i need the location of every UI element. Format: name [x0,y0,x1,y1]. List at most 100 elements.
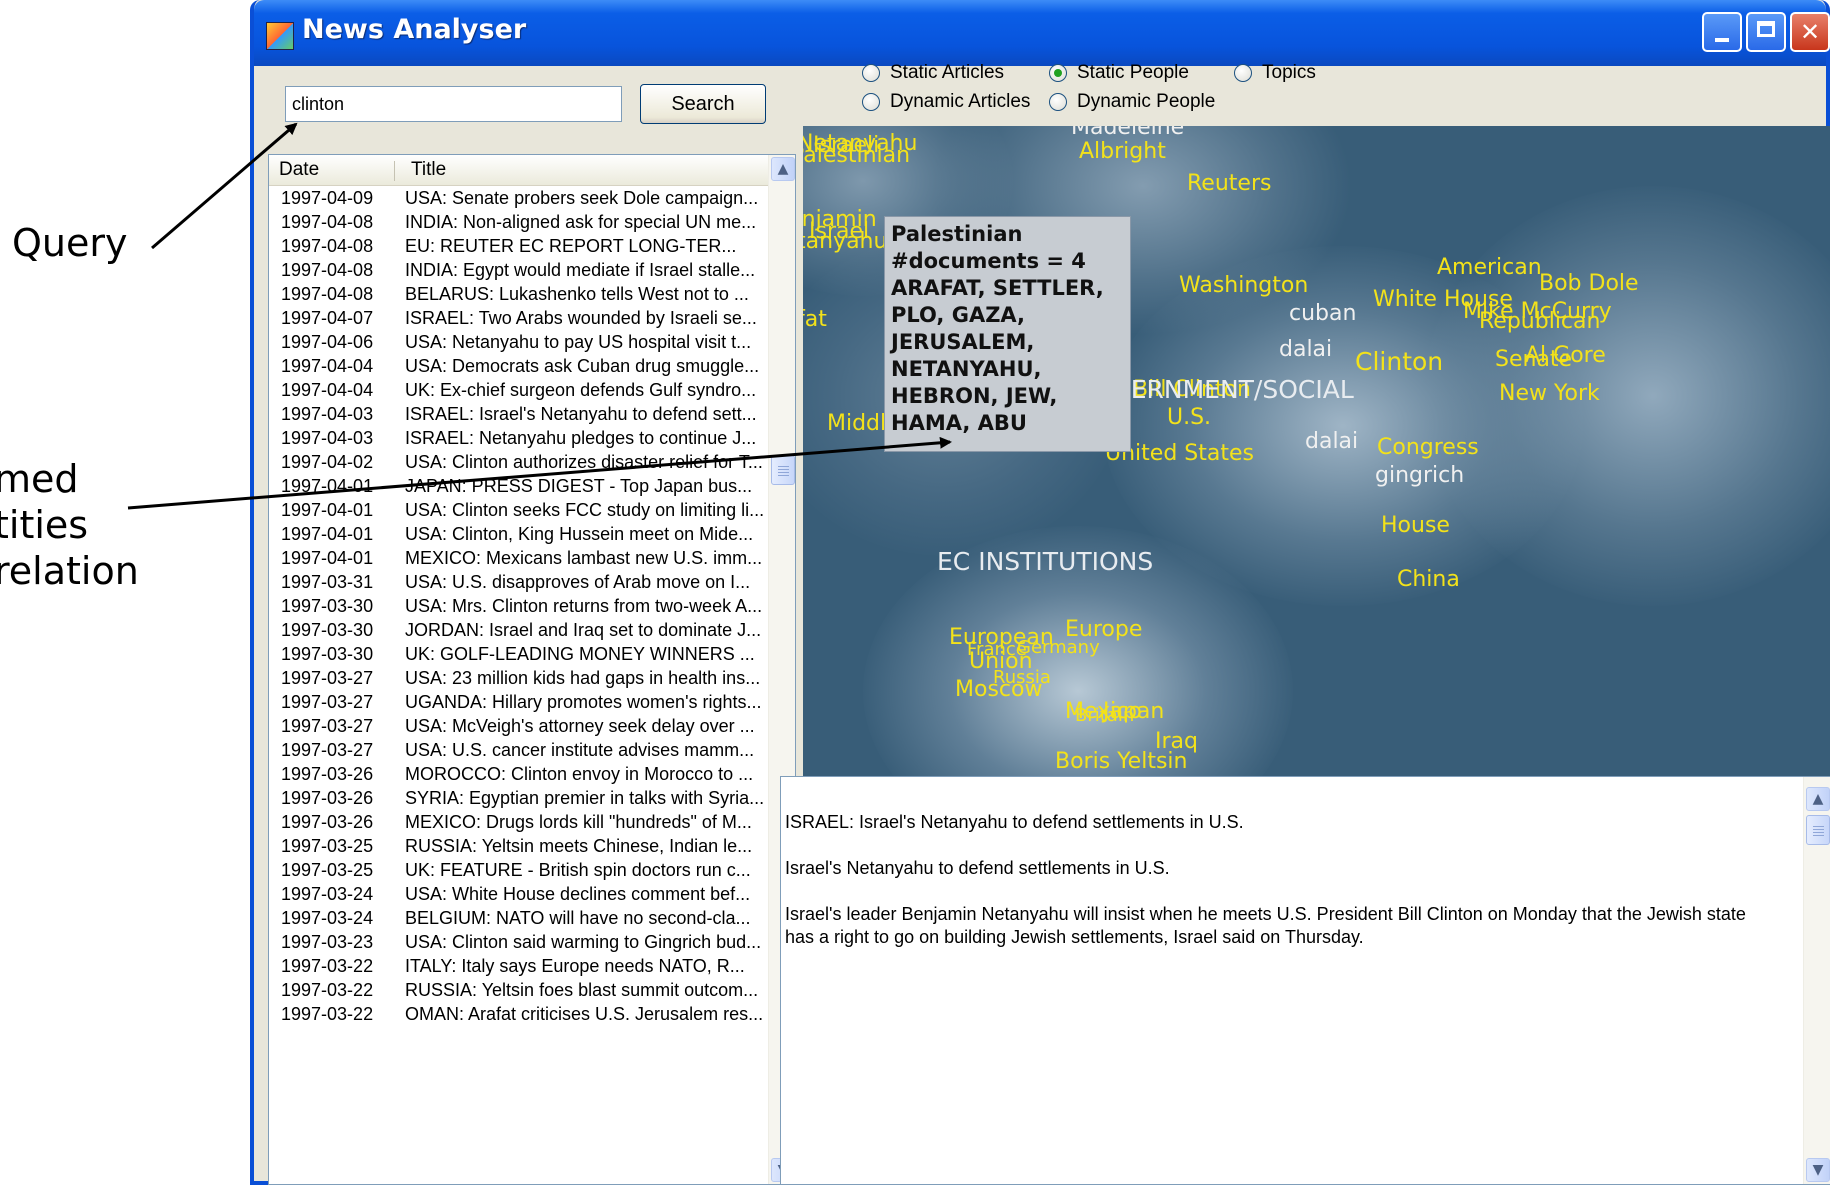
title-bar[interactable]: News Analyser ✕ [254,0,1830,66]
table-row[interactable]: 1997-04-04 UK: Ex-chief surgeon defends G… [269,378,769,402]
map-label[interactable]: House [1381,514,1450,538]
table-row[interactable]: 1997-04-01 JAPAN: PRESS DIGEST - Top Japa… [269,474,769,498]
map-label[interactable]: China [1397,568,1460,592]
table-row[interactable]: 1997-04-09 USA: Senate probers seek Dole … [269,186,769,210]
table-row[interactable]: 1997-03-25 UK: FEATURE - British spin doc… [269,858,769,882]
table-row[interactable]: 1997-03-22 RUSSIA: Yeltsin foes blast sum… [269,978,769,1002]
table-row[interactable]: 1997-03-26 SYRIA: Egyptian premier in tal… [269,786,769,810]
table-row[interactable]: 1997-04-01 MEXICO: Mexicans lambast new U… [269,546,769,570]
annotation-named-entities: med tities relation [0,456,139,594]
row-date: 1997-04-01 [281,500,374,520]
table-row[interactable]: 1997-04-01 USA: Clinton seeks FCC study o… [269,498,769,522]
map-label[interactable]: Yasser Arafat [803,308,827,332]
table-row[interactable]: 1997-04-06 USA: Netanyahu to pay US hospi… [269,330,769,354]
scroll-up-button[interactable]: ▲ [771,157,795,181]
row-title: SYRIA: Egyptian premier in talks with Sy… [405,788,765,808]
row-date: 1997-04-01 [281,548,374,568]
table-row[interactable]: 1997-03-30 UK: GOLF-LEADING MONEY WINNERS… [269,642,769,666]
map-label[interactable]: Clinton [1355,349,1443,374]
row-title: UGANDA: Hillary promotes women's rights.… [405,692,762,712]
map-label[interactable]: New York [1499,382,1600,406]
row-title: ITALY: Italy says Europe needs NATO, R..… [405,956,745,976]
map-label[interactable]: cuban [1289,302,1356,326]
table-row[interactable]: 1997-04-08 INDIA: Non-aligned ask for spe… [269,210,769,234]
table-row[interactable]: 1997-03-26 MEXICO: Drugs lords kill "hund… [269,810,769,834]
map-label[interactable]: Germany [1017,636,1100,660]
column-separator[interactable] [394,161,395,181]
map-label[interactable]: Congress [1377,436,1479,460]
table-row[interactable]: 1997-04-07 ISRAEL: Two Arabs wounded by I… [269,306,769,330]
table-row[interactable]: 1997-03-22 ITALY: Italy says Europe needs… [269,954,769,978]
table-row[interactable]: 1997-03-24 BELGIUM: NATO will have no sec… [269,906,769,930]
maximize-button[interactable] [1746,12,1786,52]
map-label[interactable]: American [1437,256,1542,280]
search-input[interactable]: clinton [285,86,622,122]
radio-topics[interactable]: Topics [1234,59,1316,87]
table-row[interactable]: 1997-03-27 USA: U.S. cancer institute adv… [269,738,769,762]
table-row[interactable]: 1997-04-08 INDIA: Egypt would mediate if … [269,258,769,282]
chevron-up-icon: ▲ [1812,791,1824,807]
radio-static-people[interactable]: Static People [1049,59,1189,87]
scroll-thumb[interactable] [771,455,795,485]
row-date: 1997-03-23 [281,932,374,952]
map-label[interactable]: Madeleine [1071,126,1184,140]
map-label[interactable]: Al Gore [1525,344,1606,368]
map-label[interactable]: Albright [1079,140,1166,164]
map-label[interactable]: Reuters [1187,172,1271,196]
table-row[interactable]: 1997-04-04 USA: Democrats ask Cuban drug … [269,354,769,378]
radio-dynamic-articles[interactable]: Dynamic Articles [862,88,1030,116]
article-text[interactable]: ISRAEL: Israel's Netanyahu to defend set… [785,811,1775,972]
row-date: 1997-04-04 [281,380,374,400]
row-date: 1997-03-24 [281,884,374,904]
radio-circle-icon [1049,93,1067,111]
table-row[interactable]: 1997-04-03 ISRAEL: Netanyahu pledges to c… [269,426,769,450]
table-row[interactable]: 1997-04-02 USA: Clinton authorizes disast… [269,450,769,474]
table-row[interactable]: 1997-04-01 USA: Clinton, King Hussein mee… [269,522,769,546]
people-map[interactable]: Madeleine Albright Netanyahu Palestinian… [803,126,1830,778]
radio-dynamic-people[interactable]: Dynamic People [1049,88,1215,116]
map-label[interactable]: Boris Yeltsin [1055,750,1187,774]
minimize-button[interactable] [1702,12,1742,52]
table-row[interactable]: 1997-03-31 USA: U.S. disapproves of Arab … [269,570,769,594]
table-row[interactable]: 1997-03-24 USA: White House declines comm… [269,882,769,906]
article-detail[interactable]: ISRAEL: Israel's Netanyahu to defend set… [780,776,1830,1185]
row-date: 1997-04-08 [281,212,374,232]
table-row[interactable]: 1997-03-25 RUSSIA: Yeltsin meets Chinese,… [269,834,769,858]
map-label[interactable]: Washington [1179,274,1308,298]
table-row[interactable]: 1997-04-03 ISRAEL: Israel's Netanyahu to … [269,402,769,426]
table-row[interactable]: 1997-04-08 EU: REUTER EC REPORT LONG-TER.… [269,234,769,258]
table-row[interactable]: 1997-03-27 USA: 23 million kids had gaps … [269,666,769,690]
table-row[interactable]: 1997-03-30 USA: Mrs. Clinton returns from… [269,594,769,618]
map-label[interactable]: U.S. [1167,406,1211,430]
scroll-up-button[interactable]: ▲ [1806,787,1830,811]
article-list[interactable]: Date Title 1997-04-09 USA: Senate probers… [268,154,796,1185]
map-label[interactable]: Britain [1075,704,1134,728]
map-label[interactable]: Israeli [813,134,879,158]
map-label[interactable]: dalai [1305,430,1358,454]
close-icon: ✕ [1799,18,1821,46]
row-title: USA: 23 million kids had gaps in health … [405,668,761,688]
table-row[interactable]: 1997-04-08 BELARUS: Lukashenko tells West… [269,282,769,306]
table-row[interactable]: 1997-03-23 USA: Clinton said warming to G… [269,930,769,954]
table-row[interactable]: 1997-03-30 JORDAN: Israel and Iraq set to… [269,618,769,642]
table-row[interactable]: 1997-03-27 UGANDA: Hillary promotes women… [269,690,769,714]
map-label[interactable]: Israel [809,220,869,244]
row-date: 1997-03-22 [281,1004,374,1024]
table-row[interactable]: 1997-03-22 OMAN: Arafat criticises U.S. J… [269,1002,769,1026]
scroll-down-button[interactable]: ▼ [1806,1158,1830,1182]
map-label[interactable]: gingrich [1375,464,1464,488]
map-label[interactable]: Moscow [955,678,1042,702]
table-row[interactable]: 1997-03-27 USA: McVeigh's attorney seek d… [269,714,769,738]
detail-scrollbar[interactable]: ▲ ▼ [1803,777,1830,1184]
close-button[interactable]: ✕ [1790,12,1830,52]
radio-static-articles[interactable]: Static Articles [862,59,1004,87]
map-label[interactable]: Bob Dole [1539,272,1639,296]
table-row[interactable]: 1997-03-26 MOROCCO: Clinton envoy in Moro… [269,762,769,786]
search-button[interactable]: Search [640,84,766,124]
column-header-title[interactable]: Title [411,155,446,185]
column-header-date[interactable]: Date [279,155,319,185]
map-label[interactable]: Republican [1479,310,1600,334]
map-label[interactable]: dalai [1279,338,1332,362]
list-header: Date Title [269,155,769,186]
scroll-thumb[interactable] [1806,815,1830,845]
